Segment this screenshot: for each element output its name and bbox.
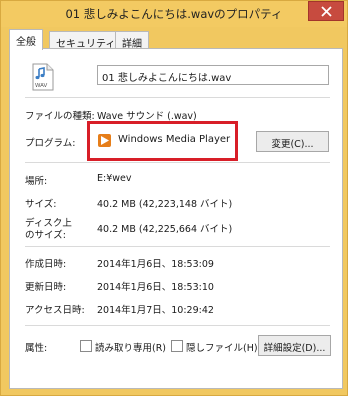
accessed-label: アクセス日時: [25, 305, 85, 316]
modified-value: 2014年1月6日、18:53:10 [97, 282, 214, 293]
file-type-value: Wave サウンド (.wav) [97, 111, 197, 122]
close-icon [321, 6, 332, 17]
accessed-value: 2014年1月7日、10:29:42 [97, 305, 214, 316]
wav-file-icon: WAV [32, 63, 54, 91]
title-bar[interactable]: 01 悲しみよこんにちは.wavのプロパティ [1, 1, 347, 27]
disk-size-label-2: のサイズ: [25, 230, 66, 241]
close-button[interactable] [308, 1, 344, 21]
advanced-button[interactable]: 詳細設定(D)... [258, 335, 331, 356]
tab-details[interactable]: 詳細 [115, 31, 149, 50]
separator [25, 325, 330, 326]
disk-size-value: 40.2 MB (42,225,664 バイト) [97, 224, 233, 235]
properties-window: 01 悲しみよこんにちは.wavのプロパティ 全般 セキュリティ 詳細 WAV … [0, 0, 348, 396]
change-program-button[interactable]: 変更(C)... [256, 131, 329, 152]
hidden-checkbox[interactable] [171, 340, 183, 352]
separator [25, 97, 330, 98]
hidden-label[interactable]: 隠しファイル(H) [186, 340, 258, 354]
file-name-field[interactable]: 01 悲しみよこんにちは.wav [97, 65, 329, 85]
general-panel: WAV 01 悲しみよこんにちは.wav ファイルの種類: Wave サウンド … [9, 48, 343, 389]
location-label: 場所: [25, 176, 48, 187]
file-type-label: ファイルの種類: [25, 111, 95, 122]
size-label: サイズ: [25, 199, 57, 210]
separator [25, 246, 330, 247]
modified-label: 更新日時: [25, 282, 67, 293]
file-icon-text: WAV [35, 83, 48, 89]
highlight-box [87, 121, 238, 161]
window-title: 01 悲しみよこんにちは.wavのプロパティ [65, 7, 283, 21]
separator [25, 162, 330, 163]
location-value: E:¥wev [97, 173, 132, 184]
created-label: 作成日時: [25, 259, 67, 270]
created-value: 2014年1月6日、18:53:09 [97, 259, 214, 270]
readonly-checkbox[interactable] [80, 340, 92, 352]
size-value: 40.2 MB (42,223,148 バイト) [97, 199, 233, 210]
readonly-label[interactable]: 読み取り専用(R) [95, 340, 166, 354]
tab-general[interactable]: 全般 [9, 29, 43, 50]
tab-security[interactable]: セキュリティ [49, 31, 123, 50]
attributes-label: 属性: [25, 343, 48, 354]
program-label: プログラム: [25, 138, 76, 149]
